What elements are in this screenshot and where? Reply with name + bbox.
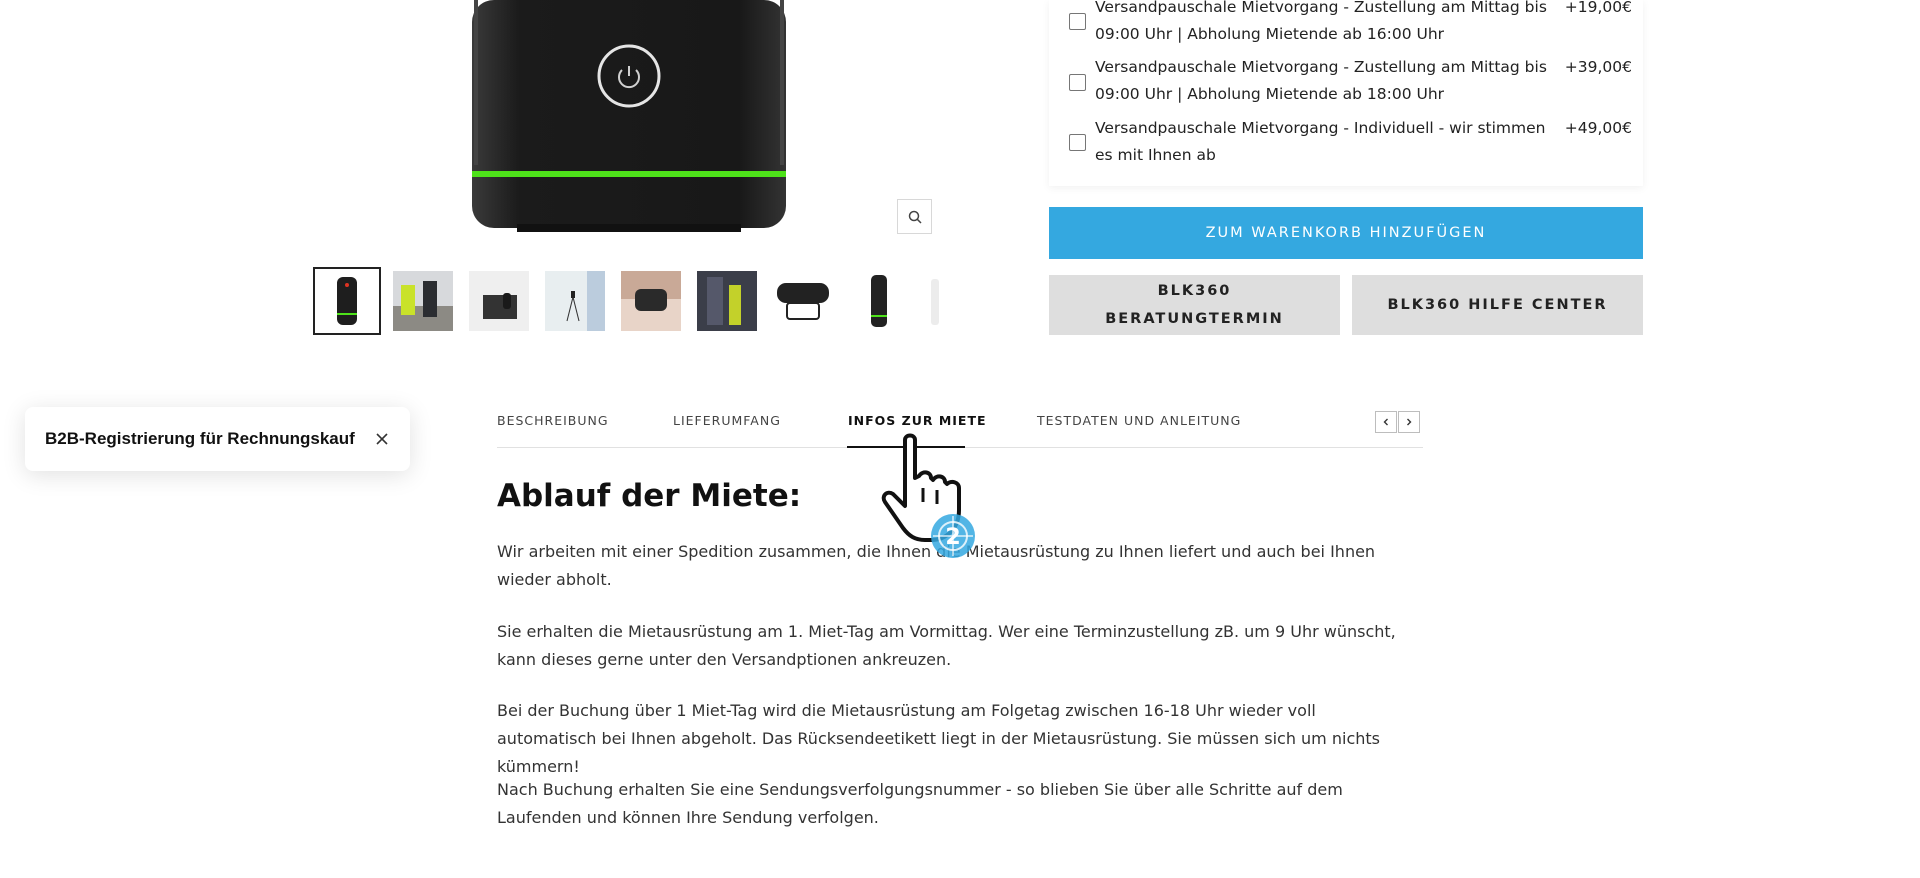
thumbnail-strip: [313, 267, 945, 335]
content-paragraph-4: Nach Buchung erhalten Sie eine Sendungsv…: [497, 780, 1343, 827]
help-center-button[interactable]: BLK360 HILFE CENTER: [1352, 275, 1643, 335]
zoom-button[interactable]: [897, 199, 932, 234]
product-image[interactable]: [472, 0, 786, 232]
thumbnail-2[interactable]: [393, 271, 453, 331]
shipping-checkbox-1[interactable]: [1069, 13, 1086, 30]
thumbnail-5[interactable]: [621, 271, 681, 331]
shipping-option-price: +39,00€: [1564, 58, 1632, 76]
shipping-option-price: +49,00€: [1564, 119, 1632, 137]
shipping-option-2[interactable]: Versandpauschale Mietvorgang - Zustellun…: [1059, 54, 1633, 108]
thumbnail-7[interactable]: [773, 271, 833, 331]
consultation-button-label: BLK360 BERATUNGTERMIN: [1105, 283, 1284, 327]
shipping-option-label: Versandpauschale Mietvorgang - Zustellun…: [1095, 0, 1547, 43]
tab-testdaten-und-anleitung[interactable]: TESTDATEN UND ANLEITUNG: [1037, 413, 1241, 428]
chevron-left-icon: [1383, 418, 1388, 426]
b2b-popup-text: B2B-Registrierung für Rechnungskauf: [45, 429, 355, 448]
tabs-next-button[interactable]: [1398, 411, 1420, 433]
shipping-checkbox-3[interactable]: [1069, 134, 1086, 151]
consultation-button[interactable]: BLK360 BERATUNGTERMIN: [1049, 275, 1340, 335]
thumbnail-4[interactable]: [545, 271, 605, 331]
tab-beschreibung[interactable]: BESCHREIBUNG: [497, 413, 609, 428]
hand-cursor-icon: 2: [875, 432, 985, 562]
thumbnail-3[interactable]: [469, 271, 529, 331]
chevron-right-icon: [1407, 418, 1412, 426]
b2b-registration-popup[interactable]: B2B-Registrierung für Rechnungskauf: [25, 407, 410, 471]
shipping-checkbox-2[interactable]: [1069, 74, 1086, 91]
shipping-options: Versandpauschale Mietvorgang - Zustellun…: [1049, 0, 1643, 186]
thumbnail-9[interactable]: [925, 271, 945, 331]
close-icon[interactable]: [372, 429, 392, 449]
thumbnail-6[interactable]: [697, 271, 757, 331]
tabs-prev-button[interactable]: [1375, 411, 1397, 433]
shipping-option-label: Versandpauschale Mietvorgang - Individue…: [1095, 119, 1546, 164]
content-heading: Ablauf der Miete:: [497, 478, 802, 514]
shipping-option-label: Versandpauschale Mietvorgang - Zustellun…: [1095, 58, 1547, 103]
shipping-option-price: +19,00€: [1564, 0, 1632, 16]
step-badge: 2: [931, 514, 975, 558]
content-paragraph-2: Sie erhalten die Mietausrüstung am 1. Mi…: [497, 622, 1396, 669]
help-center-button-label: BLK360 HILFE CENTER: [1387, 297, 1608, 313]
shipping-option-3[interactable]: Versandpauschale Mietvorgang - Individue…: [1059, 115, 1633, 169]
tab-lieferumfang[interactable]: LIEFERUMFANG: [673, 413, 781, 428]
shipping-option-1[interactable]: Versandpauschale Mietvorgang - Zustellun…: [1059, 0, 1633, 48]
thumbnail-1[interactable]: [313, 267, 381, 335]
thumbnail-8[interactable]: [849, 271, 909, 331]
tab-infos-zur-miete[interactable]: INFOS ZUR MIETE: [848, 413, 987, 428]
add-to-cart-button[interactable]: ZUM WARENKORB HINZUFÜGEN: [1049, 207, 1643, 259]
content-paragraph-3: Bei der Buchung über 1 Miet-Tag wird die…: [497, 701, 1380, 776]
search-icon: [908, 210, 922, 224]
step-number: 2: [945, 525, 960, 550]
